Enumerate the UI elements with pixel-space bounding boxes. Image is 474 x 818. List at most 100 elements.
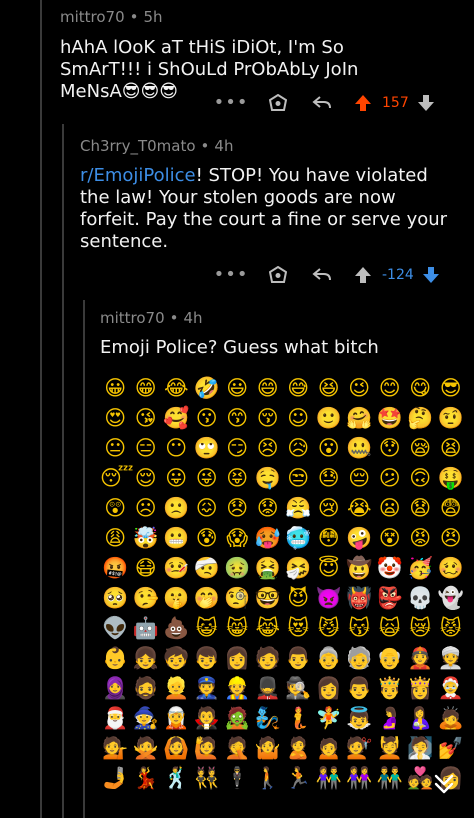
- comment-body: r/EmojiPolice! STOP! You have violated t…: [80, 165, 452, 253]
- emoji-glyph: 🚶: [254, 766, 281, 790]
- emoji-glyph: 😏: [226, 436, 249, 460]
- emoji-glyph: 😝: [226, 466, 249, 490]
- comment-mittro70-1: mittro70 • 5h hAhA lOoK aT tHiS iDiOt, I'm…: [60, 8, 460, 103]
- emoji-glyph: 🤪: [346, 526, 373, 550]
- emoji-glyph: 😒: [287, 466, 310, 490]
- emoji-glyph: 🧙: [132, 706, 159, 730]
- emoji-glyph: 🤷: [254, 736, 281, 760]
- emoji-glyph: 🤓: [254, 586, 281, 610]
- emoji-glyph: 😡: [409, 526, 432, 550]
- emoji-glyph: 😄: [256, 376, 279, 400]
- emoji-glyph: 👿: [315, 586, 342, 610]
- emoji-glyph: 🤒: [163, 556, 190, 580]
- emoji-glyph: 🥺: [102, 586, 129, 610]
- emoji-glyph: 😳: [317, 526, 340, 550]
- emoji-glyph: 😬: [163, 526, 190, 550]
- emoji-glyph: 😯: [378, 436, 401, 460]
- emoji-glyph: 👩: [315, 676, 342, 700]
- emoji-glyph: 😩: [104, 526, 127, 550]
- double-chevron-down-icon[interactable]: [432, 772, 456, 796]
- emoji-glyph: 😢: [317, 496, 340, 520]
- thread-line-level-3[interactable]: [83, 300, 85, 818]
- reply-icon[interactable]: [302, 267, 342, 283]
- emoji-glyph: 🧑: [254, 646, 281, 670]
- emoji-glyph: 😔: [348, 466, 371, 490]
- award-icon[interactable]: [258, 93, 298, 112]
- comment-age: 4h: [214, 137, 234, 155]
- downvote-icon[interactable]: [413, 94, 439, 112]
- emoji-glyph: 👮: [193, 676, 220, 700]
- more-options-icon[interactable]: •••: [214, 92, 248, 113]
- emoji-glyph: 🤥: [132, 586, 159, 610]
- emoji-glyph: 😖: [195, 496, 218, 520]
- emoji-glyph: 🙀: [378, 616, 401, 640]
- emoji-glyph: 🕴: [224, 766, 251, 790]
- emoji-glyph: 🧟: [224, 706, 251, 730]
- emoji-glyph: 🤠: [346, 556, 373, 580]
- emoji-glyph: 😼: [317, 616, 340, 640]
- emoji-glyph: 👳: [437, 646, 464, 670]
- emoji-glyph: 🤫: [163, 586, 190, 610]
- username[interactable]: mittro70: [100, 309, 165, 327]
- username[interactable]: mittro70: [60, 8, 125, 26]
- emoji-glyph: 😽: [348, 616, 371, 640]
- subreddit-link[interactable]: r/EmojiPolice: [80, 165, 196, 186]
- emoji-glyph: 🤬: [102, 556, 129, 580]
- emoji-glyph: 😣: [256, 436, 279, 460]
- emoji-glyph: ☹: [134, 496, 157, 520]
- emoji-glyph: 🤦: [224, 736, 251, 760]
- upvote-icon[interactable]: [348, 94, 378, 112]
- award-icon[interactable]: [258, 265, 298, 284]
- emoji-glyph: 😁: [134, 376, 157, 400]
- emoji-glyph: 😆: [317, 376, 340, 400]
- emoji-glyph: 💁: [102, 736, 129, 760]
- emoji-glyph: 😭: [346, 496, 372, 520]
- emoji-glyph: 😂: [163, 376, 189, 400]
- emoji-glyph: 🧝: [163, 706, 190, 730]
- reply-icon[interactable]: [302, 95, 342, 111]
- emoji-glyph: 😠: [439, 526, 462, 550]
- emoji-glyph: 🙆: [163, 736, 190, 760]
- emoji-glyph: 🤣: [193, 376, 220, 400]
- emoji-glyph: 💆: [376, 736, 403, 760]
- downvote-icon[interactable]: [418, 266, 444, 284]
- emoji-glyph: 👩: [224, 646, 251, 670]
- emoji-glyph: 😺: [195, 616, 218, 640]
- thread-line-level-2[interactable]: [62, 124, 64, 818]
- upvote-icon[interactable]: [348, 266, 378, 284]
- emoji-glyph: 😷: [134, 556, 157, 580]
- emoji-glyph: 😨: [439, 496, 462, 520]
- emoji-glyph: 🙂: [315, 406, 342, 430]
- emoji-glyph: 😹: [255, 616, 281, 640]
- emoji-glyph: 😟: [256, 496, 279, 520]
- emoji-glyph: 🤧: [285, 556, 312, 580]
- emoji-glyph: 👲: [407, 646, 434, 670]
- comment-meta: mittro70 • 5h: [60, 8, 163, 26]
- more-options-icon[interactable]: •••: [214, 264, 248, 285]
- emoji-glyph: 💂: [254, 676, 281, 700]
- emoji-glyph: 😜: [195, 466, 218, 490]
- emoji-glyph: 🧖: [407, 736, 434, 760]
- emoji-glyph: 🤴: [376, 676, 403, 700]
- emoji-glyph: 🧐: [224, 586, 251, 610]
- emoji-glyph: 👬: [376, 766, 403, 790]
- emoji-glyph: 😊: [378, 376, 401, 400]
- thread-line-level-1[interactable]: [40, 0, 42, 818]
- emoji-glyph: 🧓: [346, 646, 373, 670]
- emoji-glyph: 💃: [132, 766, 159, 790]
- emoji-glyph: 👧: [132, 646, 159, 670]
- emoji-glyph: 😫: [439, 436, 462, 460]
- emoji-glyph: 😶: [165, 436, 188, 460]
- emoji-glyph: 😙: [226, 406, 249, 430]
- emoji-glyph: 🧕: [102, 676, 129, 700]
- emoji-glyph: 🙄: [193, 436, 220, 460]
- emoji-glyph: 🎅: [102, 706, 129, 730]
- username[interactable]: Ch3rry_T0mato: [80, 137, 196, 155]
- emoji-glyph: 🙍: [315, 736, 342, 760]
- emoji-glyph: 🤔: [407, 406, 434, 430]
- emoji-glyph: 😇: [317, 556, 340, 580]
- emoji-glyph: 😧: [409, 496, 432, 520]
- emoji-glyph: 😵: [378, 526, 401, 550]
- emoji-glyph: 👻: [437, 586, 464, 610]
- comment-mittro70-2: mittro70 • 4h Emoji Police? Guess what bit…: [100, 309, 460, 359]
